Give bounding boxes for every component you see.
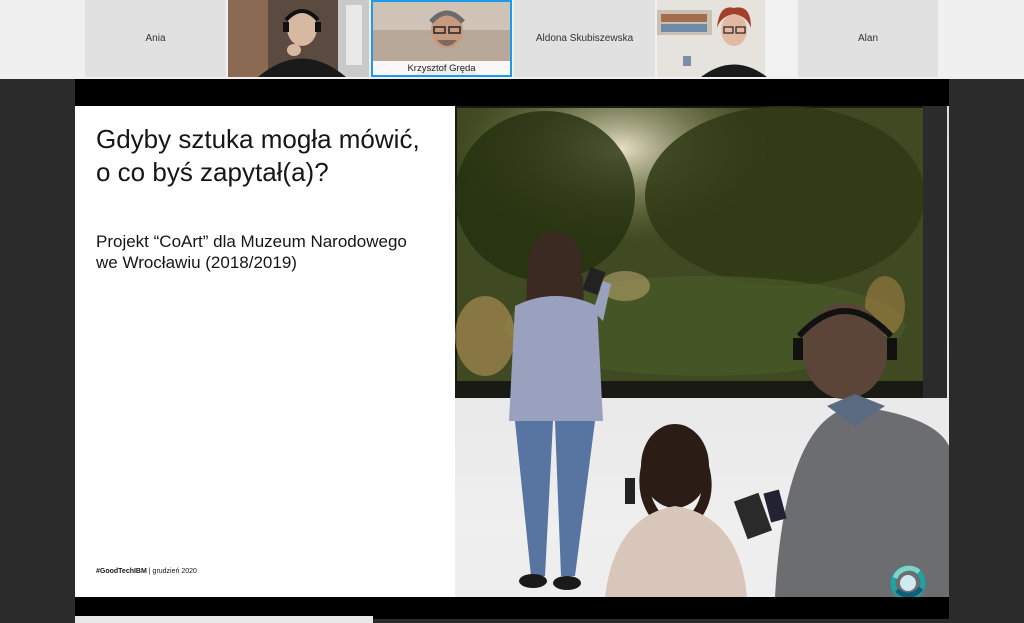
museum-photo [455, 106, 949, 597]
participant-name: Alan [857, 33, 878, 44]
participant-name: Krzysztof Gręda [407, 62, 476, 74]
status-url-bar [75, 616, 373, 623]
participant-tile-video[interactable] [228, 0, 369, 77]
ring-logo-icon [890, 565, 926, 597]
participant-tile-krzysztof[interactable]: Krzysztof Gręda [371, 0, 512, 77]
participant-name: Ania [145, 33, 166, 44]
participant-name: Aldona Skubiszewska [535, 33, 634, 44]
footer-tag: #GoodTechIBM [96, 568, 147, 575]
video-meeting-window: Ania Krzysztof Gręda Aldona Skubiszewska… [0, 0, 1024, 623]
participant-gallery: Ania Krzysztof Gręda Aldona Skubiszewska… [0, 0, 1024, 79]
slide-subtitle: Projekt “CoArt” dla Muzeum Narodowego we… [96, 232, 407, 272]
presentation-slide: Gdyby sztuka mogła mówić, o co byś zapyt… [75, 106, 949, 597]
slide-footer: #GoodTechIBM | grudzień 2020 [96, 568, 197, 575]
participant-name-strip: Krzysztof Gręda [373, 61, 510, 75]
footer-date: grudzień 2020 [152, 568, 197, 575]
participant-tile-video[interactable] [657, 0, 796, 77]
slide-title: Gdyby sztuka mogła mówić, o co byś zapyt… [96, 124, 420, 187]
participant-tile-aldona[interactable]: Aldona Skubiszewska [514, 0, 655, 77]
shared-screen: Gdyby sztuka mogła mówić, o co byś zapyt… [75, 79, 949, 619]
participant-tile-ania[interactable]: Ania [85, 0, 226, 77]
participant-video-feed [657, 0, 796, 77]
participant-tile-alan[interactable]: Alan [798, 0, 938, 77]
participant-video-feed [228, 0, 369, 77]
